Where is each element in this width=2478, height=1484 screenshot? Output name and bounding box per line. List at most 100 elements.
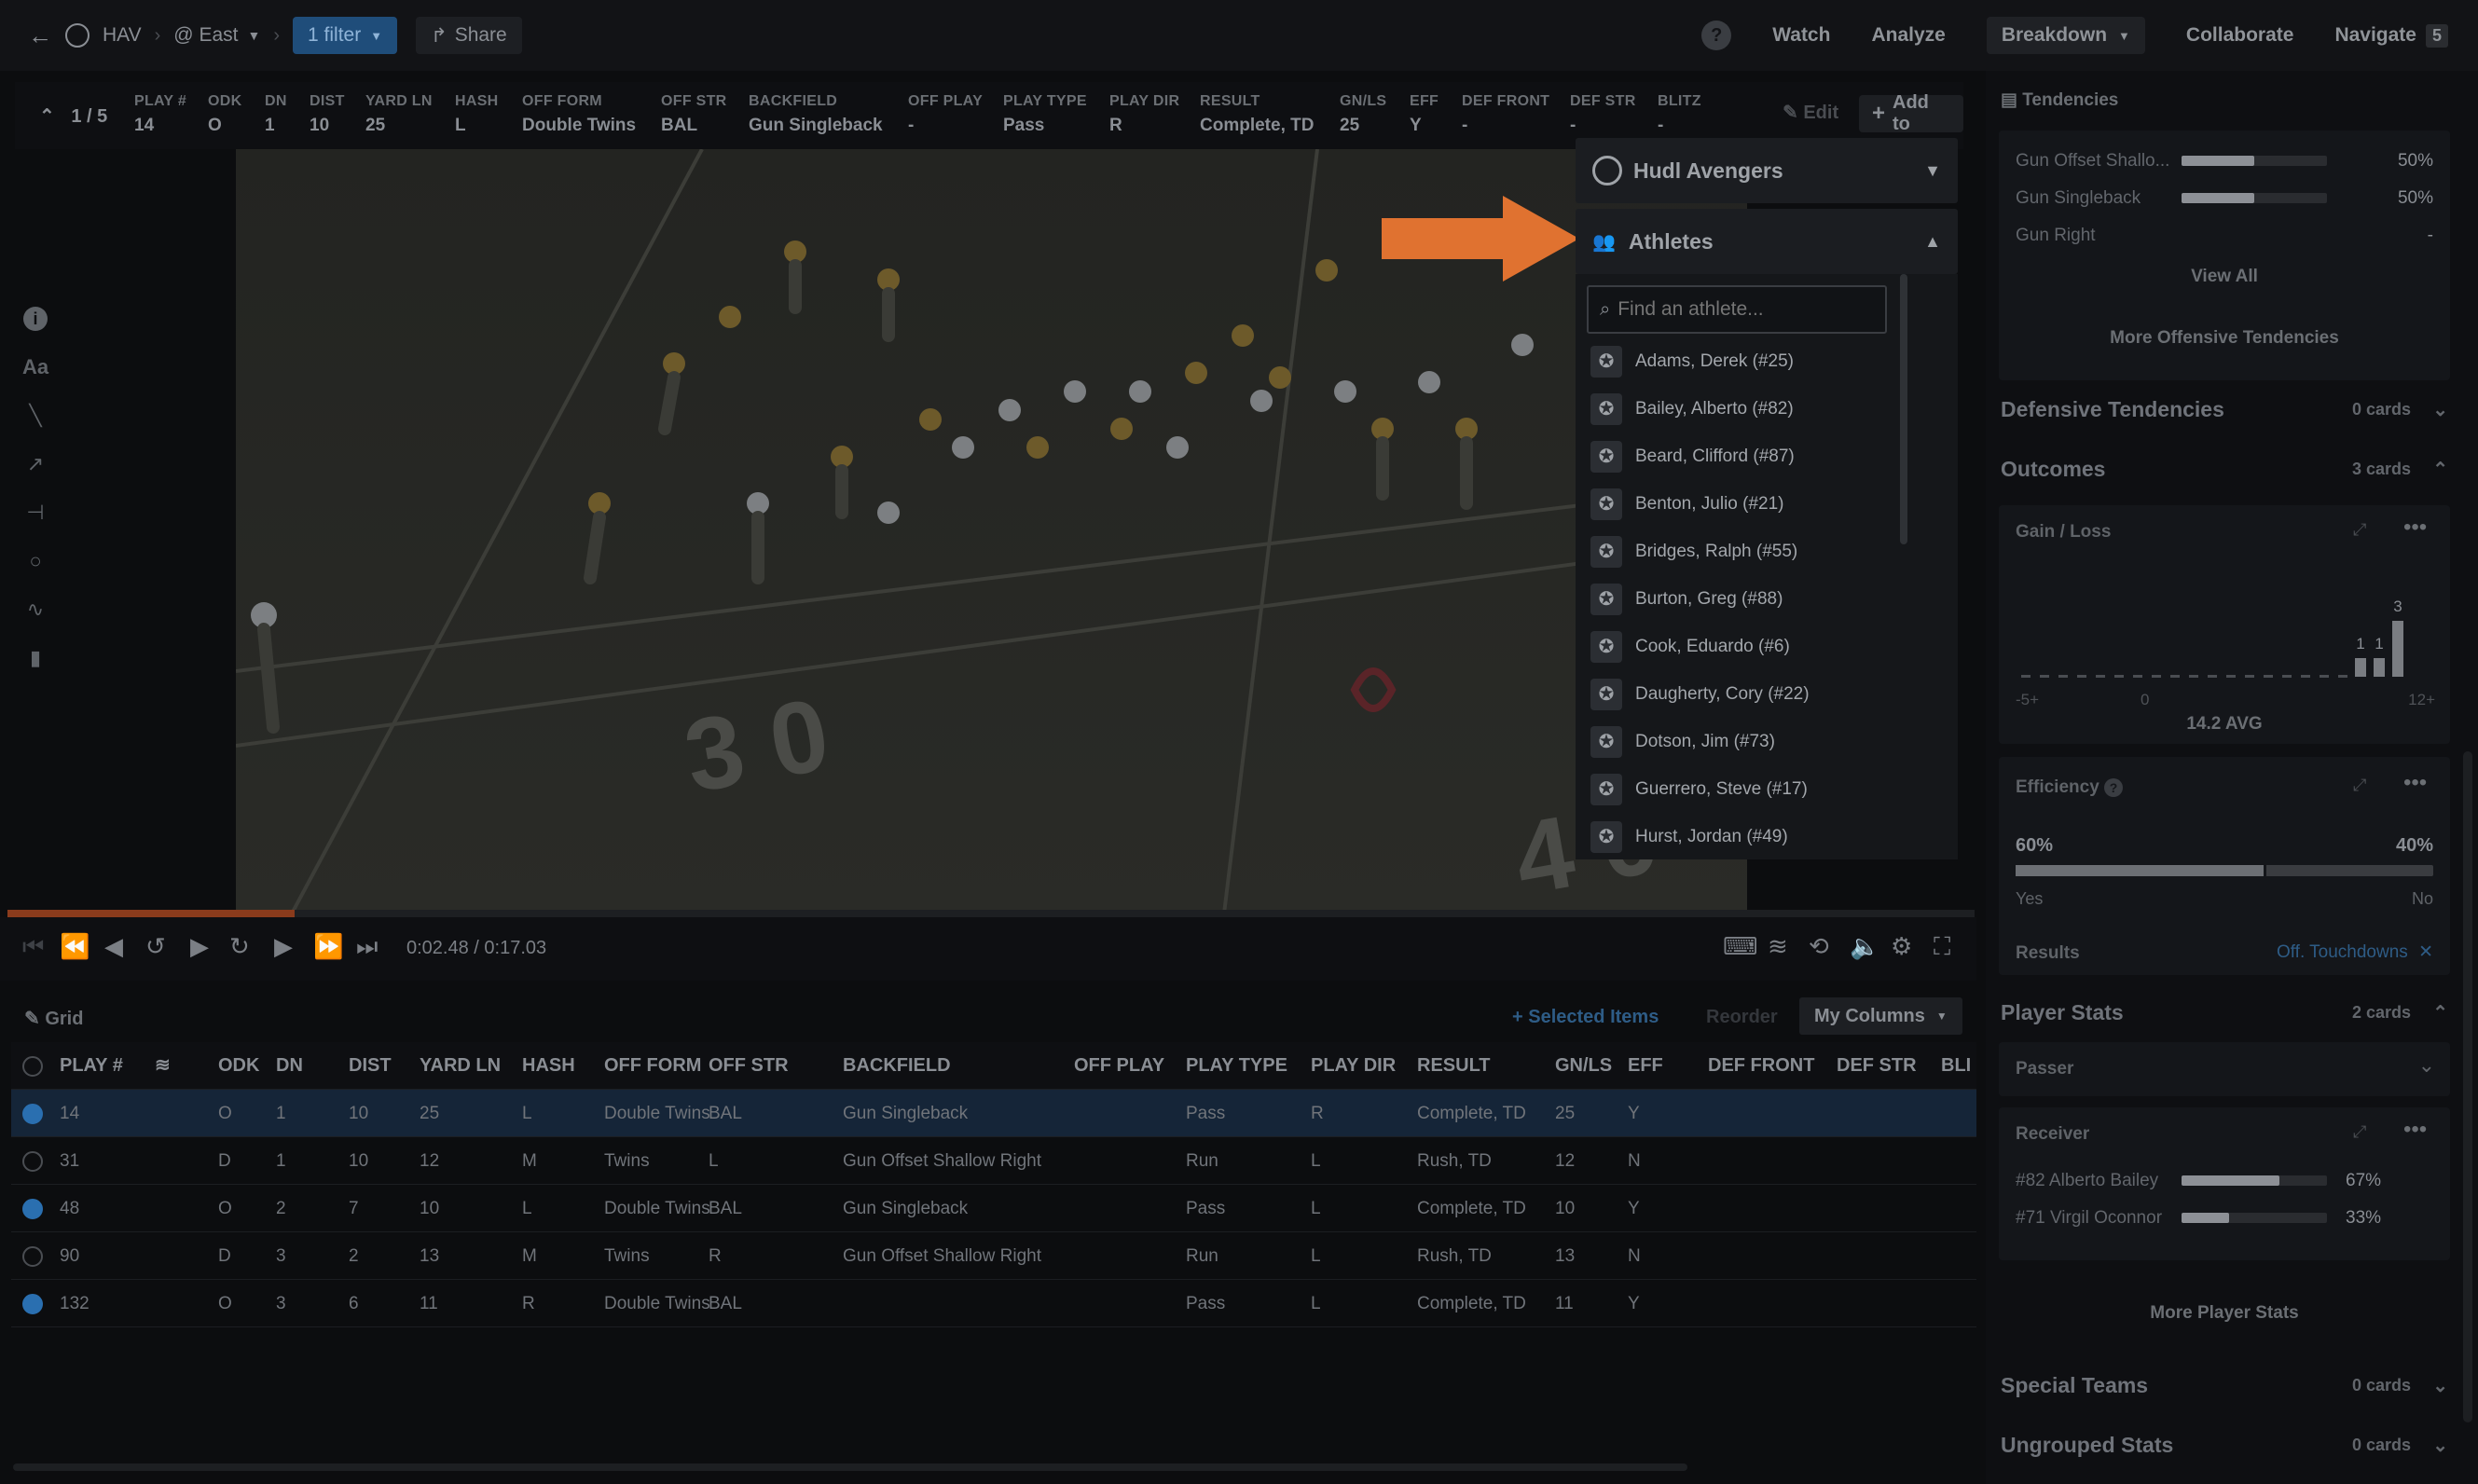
nav-breakdown[interactable]: Breakdown ▼ (1986, 17, 2145, 54)
grid-title[interactable]: ✎ Grid (24, 1007, 83, 1030)
fullscreen-icon[interactable]: ⛶ (1934, 932, 1950, 962)
add-to-button[interactable]: + Add to (1859, 92, 1963, 134)
t-line-tool-icon[interactable]: ⊣ (21, 498, 50, 528)
back-button[interactable]: ← HAV (28, 21, 142, 50)
select-all-checkbox[interactable] (22, 1056, 43, 1077)
reorder-button[interactable]: Reorder (1706, 1007, 1778, 1028)
nav-navigate[interactable]: Navigate 5 (2334, 23, 2448, 48)
info-icon[interactable]: i (21, 304, 50, 334)
column-header-yardln[interactable]: YARD LN (420, 1042, 501, 1090)
column-header-deffront[interactable]: DEF FRONT (1708, 1042, 1814, 1090)
column-header-play[interactable]: PLAY # (60, 1042, 123, 1090)
defensive-tendencies-section[interactable]: Defensive Tendencies 0 cards ⌄ (2001, 391, 2457, 428)
row-checkbox[interactable] (22, 1246, 43, 1267)
column-header-odk[interactable]: ODK (218, 1042, 259, 1090)
column-header-blitz[interactable]: BLI (1941, 1042, 1971, 1090)
share-button[interactable]: ↱ Share (416, 17, 522, 54)
table-row[interactable]: 90 D 3 2 13 M Twins R Gun Offset Shallow Right Ru… (11, 1232, 1976, 1280)
close-icon[interactable]: ✕ (2418, 942, 2433, 962)
outcomes-section[interactable]: Outcomes 3 cards ⌃ (2001, 450, 2457, 488)
text-tool-icon[interactable]: Aa (21, 352, 50, 382)
skip-start-icon[interactable]: ⏮ (22, 932, 44, 962)
more-options-icon[interactable]: ••• (2403, 515, 2427, 541)
freehand-tool-icon[interactable]: ∿ (21, 595, 50, 625)
settings-icon[interactable]: ⚙ (1891, 932, 1912, 961)
row-checkbox[interactable] (22, 1151, 43, 1172)
row-checkbox[interactable] (22, 1104, 43, 1124)
prev-frame-icon[interactable]: ◀ (104, 932, 123, 961)
my-columns-dropdown[interactable]: My Columns ▼ (1799, 997, 1962, 1035)
player-stats-section[interactable]: Player Stats 2 cards ⌃ (2001, 994, 2457, 1031)
athlete-item[interactable]: ✪ Dotson, Jim (#73) (1576, 718, 1958, 765)
nav-analyze[interactable]: Analyze (1871, 24, 1945, 47)
arrow-tool-icon[interactable]: ↗ (21, 449, 50, 479)
annotations-icon[interactable]: ≋ (1768, 932, 1788, 961)
filter-button[interactable]: 1 filter ▼ (293, 17, 398, 54)
column-header-eff[interactable]: EFF (1628, 1042, 1663, 1090)
column-header-defstr[interactable]: DEF STR (1837, 1042, 1917, 1090)
circle-tool-icon[interactable]: ○ (21, 546, 50, 576)
nav-watch[interactable]: Watch (1772, 24, 1830, 47)
volume-icon[interactable]: 🔈 (1850, 932, 1879, 961)
athlete-item[interactable]: ✪ Burton, Greg (#88) (1576, 575, 1958, 623)
team-selector[interactable]: @ East ▼ (173, 24, 260, 47)
athlete-item[interactable]: ✪ Cook, Eduardo (#6) (1576, 623, 1958, 670)
athletes-scrollbar[interactable] (1900, 274, 1907, 544)
column-header-dn[interactable]: DN (276, 1042, 303, 1090)
forward-5-icon[interactable]: ↻ (229, 932, 250, 961)
athlete-item[interactable]: ✪ Daugherty, Cory (#22) (1576, 670, 1958, 718)
help-icon[interactable]: ? (1701, 21, 1732, 50)
column-header-result[interactable]: RESULT (1417, 1042, 1491, 1090)
column-header-offform[interactable]: OFF FORM (604, 1042, 701, 1090)
athlete-search-input[interactable] (1618, 298, 1870, 321)
expand-icon[interactable]: ⤢ (2353, 776, 2366, 795)
eraser-tool-icon[interactable]: ▮ (21, 643, 50, 673)
loop-icon[interactable]: ⟲ (1809, 932, 1829, 961)
fast-forward-icon[interactable]: ⏩ (313, 932, 343, 961)
nav-collaborate[interactable]: Collaborate (2186, 24, 2294, 47)
table-row[interactable]: 132 O 3 6 11 R Double Twins BAL Pass L Complete, T… (11, 1280, 1976, 1327)
back-5-icon[interactable]: ↺ (145, 932, 166, 961)
more-offensive-link[interactable]: More Offensive Tendencies (1999, 328, 2450, 349)
athlete-item[interactable]: ✪ Hurst, Jordan (#49) (1576, 813, 1958, 859)
column-header-offstr[interactable]: OFF STR (709, 1042, 789, 1090)
expand-icon[interactable]: ⤢ (2353, 520, 2366, 540)
panel-scrollbar[interactable] (2463, 751, 2472, 1422)
rewind-icon[interactable]: ⏪ (60, 932, 89, 961)
athletes-header[interactable]: 👥 Athletes ▲ (1576, 209, 1958, 274)
edit-button[interactable]: ✎ Edit (1783, 101, 1838, 124)
view-all-link[interactable]: View All (1999, 267, 2450, 287)
expand-icon[interactable]: ⤢ (2353, 1122, 2366, 1142)
column-header-gnls[interactable]: GN/LS (1555, 1042, 1612, 1090)
ungrouped-stats-section[interactable]: Ungrouped Stats 0 cards ⌄ (2001, 1426, 2457, 1463)
more-options-icon[interactable]: ••• (2403, 1117, 2427, 1143)
more-player-stats-link[interactable]: More Player Stats (1999, 1303, 2450, 1324)
table-row[interactable]: 48 O 2 7 10 L Double Twins BAL Gun Singleback Pas… (11, 1185, 1976, 1232)
athlete-item[interactable]: ✪ Guerrero, Steve (#17) (1576, 765, 1958, 813)
row-checkbox[interactable] (22, 1199, 43, 1219)
column-header-hash[interactable]: HASH (522, 1042, 575, 1090)
line-tool-icon[interactable]: ╲ (21, 401, 50, 431)
skip-end-icon[interactable]: ⏭ (356, 932, 378, 962)
passer-card[interactable]: Passer ⌄ (1999, 1042, 2450, 1096)
grid-horizontal-scrollbar[interactable] (13, 1463, 1687, 1471)
row-checkbox[interactable] (22, 1294, 43, 1314)
filter-column-icon[interactable]: ≋ (155, 1042, 171, 1090)
play-counter[interactable]: ⌃ 1 / 5 (39, 104, 107, 128)
keyboard-icon[interactable]: ⌨ (1723, 932, 1758, 961)
next-frame-icon[interactable]: ▶ (274, 932, 293, 961)
column-header-dist[interactable]: DIST (349, 1042, 392, 1090)
column-header-backfield[interactable]: BACKFIELD (843, 1042, 951, 1090)
column-header-playdir[interactable]: PLAY DIR (1311, 1042, 1396, 1090)
chevron-down-icon[interactable]: ⌄ (2418, 1053, 2435, 1078)
selected-items-button[interactable]: + Selected Items (1512, 1007, 1659, 1028)
more-options-icon[interactable]: ••• (2403, 770, 2427, 796)
results-filter-chip[interactable]: Off. Touchdowns ✕ (2277, 941, 2433, 963)
table-row[interactable]: 31 D 1 10 12 M Twins L Gun Offset Shallow Right R… (11, 1137, 1976, 1185)
table-row[interactable]: 14 O 1 10 25 L Double Twins BAL Gun Singleback Pa… (11, 1090, 1976, 1137)
play-icon[interactable]: ▶ (190, 932, 209, 961)
column-header-playtype[interactable]: PLAY TYPE (1186, 1042, 1287, 1090)
athlete-search[interactable]: ⌕ (1587, 285, 1887, 334)
team-header[interactable]: Hudl Avengers ▼ (1576, 138, 1958, 203)
column-header-offplay[interactable]: OFF PLAY (1074, 1042, 1164, 1090)
